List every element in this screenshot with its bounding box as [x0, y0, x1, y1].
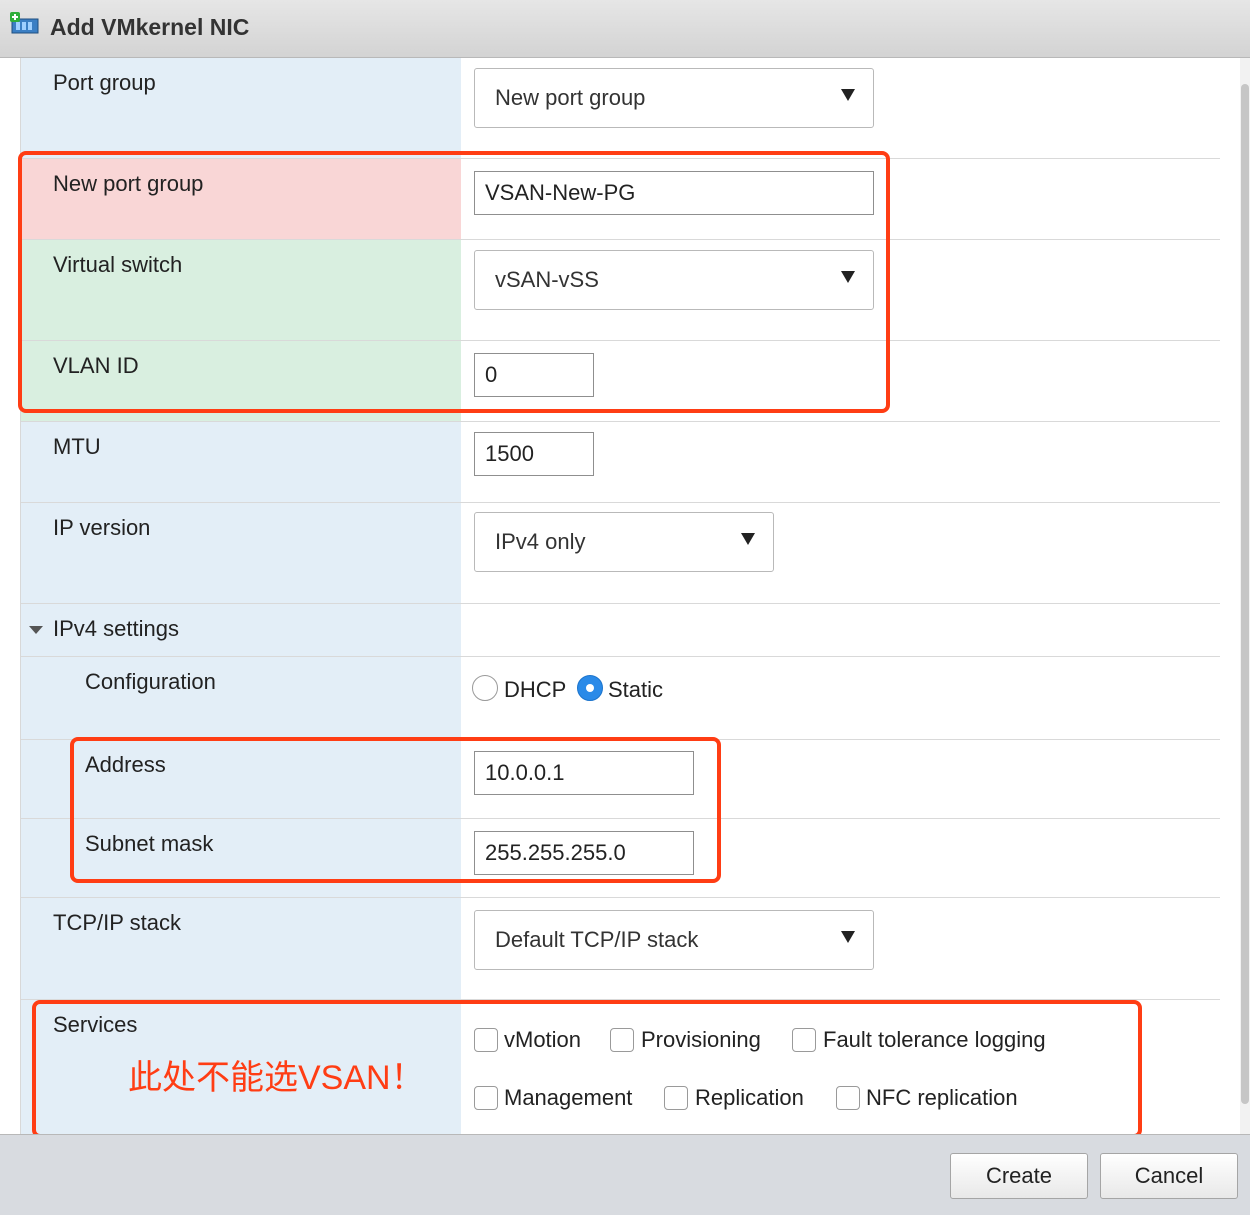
ipv4-settings-label: IPv4 settings: [53, 616, 179, 641]
tcpip-stack-label: TCP/IP stack: [53, 910, 181, 935]
row-ip-version: IP version IPv4 only: [21, 503, 1220, 604]
dhcp-label: DHCP: [504, 677, 567, 702]
port-group-select[interactable]: New port group: [474, 68, 874, 128]
static-label: Static: [608, 677, 664, 702]
dropdown-arrow-icon: [741, 533, 755, 545]
dialog-title: Add VMkernel NIC: [50, 14, 250, 40]
dropdown-arrow-icon: [841, 89, 855, 101]
static-radio[interactable]: [577, 675, 603, 701]
create-button[interactable]: Create: [950, 1153, 1088, 1199]
ip-version-select[interactable]: IPv4 only: [474, 512, 774, 572]
annotation-box-ip-address: [70, 737, 721, 883]
dialog-footer: Create Cancel: [0, 1134, 1250, 1215]
port-group-label: Port group: [53, 70, 156, 95]
ip-version-label: IP version: [53, 515, 151, 540]
tcpip-stack-select[interactable]: Default TCP/IP stack: [474, 910, 874, 970]
dropdown-arrow-icon: [841, 931, 855, 943]
cancel-button[interactable]: Cancel: [1100, 1153, 1238, 1199]
annotation-note: 此处不能选VSAN！: [128, 1059, 425, 1097]
dhcp-radio[interactable]: [472, 675, 498, 701]
configuration-label: Configuration: [85, 669, 216, 694]
mtu-input[interactable]: 1500: [474, 432, 594, 476]
row-configuration: Configuration DHCP Static: [21, 657, 1220, 740]
row-mtu: MTU 1500: [21, 422, 1220, 503]
annotation-box-port-group: [18, 151, 890, 413]
mtu-label: MTU: [53, 434, 101, 459]
row-ipv4-settings: IPv4 settings: [21, 604, 1220, 657]
ipv4-settings-toggle[interactable]: IPv4 settings: [21, 604, 461, 656]
vmkernel-nic-add-icon: [10, 12, 39, 34]
row-port-group: Port group New port group: [21, 58, 1220, 159]
scrollbar-thumb[interactable]: [1241, 84, 1249, 1104]
dialog-title-bar: Add VMkernel NIC: [0, 0, 1250, 58]
row-tcpip-stack: TCP/IP stack Default TCP/IP stack: [21, 898, 1220, 1000]
caret-down-icon: [29, 626, 43, 634]
